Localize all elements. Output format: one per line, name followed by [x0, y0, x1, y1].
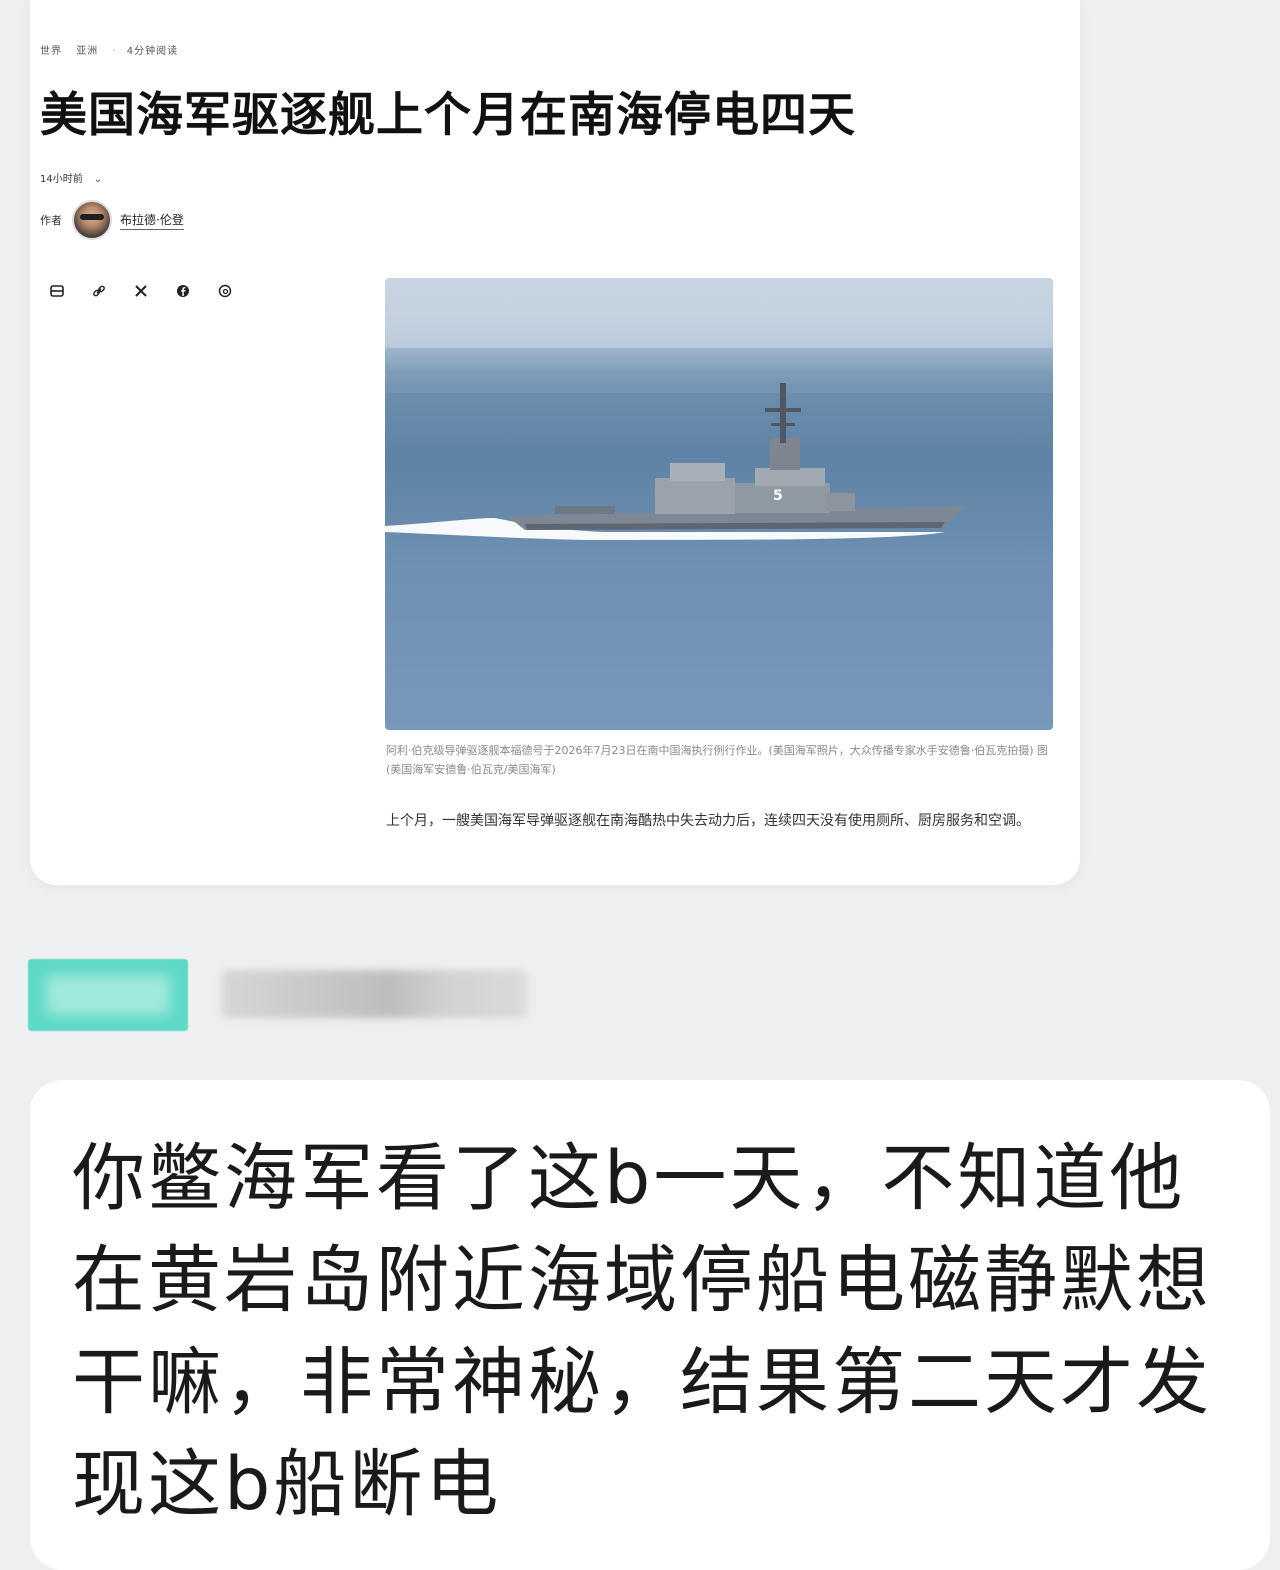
facebook-icon[interactable] — [174, 282, 192, 300]
bookmark-icon[interactable] — [48, 282, 66, 300]
author-prefix: 作者 — [40, 214, 62, 227]
redacted-meta-info — [222, 970, 527, 1018]
photo-caption: 阿利·伯克级导弹驱逐舰本福德号于2026年7月23日在南中国海执行例行作业。(美… — [386, 744, 1049, 776]
timestamp: 14小时前 — [40, 174, 83, 185]
author-byline: 作者 布拉德·伦登 — [40, 200, 184, 240]
article-photo[interactable]: 5 — [385, 278, 1053, 730]
timestamp-row[interactable]: 14小时前 ⌄ — [40, 170, 102, 185]
breadcrumb-section[interactable]: 世界 — [40, 46, 62, 57]
article-body: 上个月，一艘美国海军导弹驱逐舰在南海酷热中失去动力后，连续四天没有使用厕所、厨房… — [386, 813, 1030, 829]
comment-text: 你鳖海军看了这b一天，不知道他在黄岩岛附近海域停船电磁静默想干嘛，非常神秘，结果… — [72, 1136, 1212, 1527]
read-time: 4分钟阅读 — [126, 46, 179, 57]
article-headline: 美国海军驱逐舰上个月在南海停电四天 — [40, 88, 856, 143]
share-bar — [48, 282, 234, 300]
author-name-link[interactable]: 布拉德·伦登 — [120, 211, 184, 230]
avatar[interactable] — [72, 200, 112, 240]
redacted-username-tag[interactable] — [28, 959, 188, 1031]
link-icon[interactable] — [90, 282, 108, 300]
separator-dot: · — [112, 46, 117, 57]
chevron-down-icon[interactable]: ⌄ — [94, 174, 102, 185]
x-icon[interactable] — [132, 282, 150, 300]
threads-icon[interactable] — [216, 282, 234, 300]
breadcrumb-region[interactable]: 亚洲 — [76, 46, 98, 57]
breadcrumb: 世界 亚洲 · 4分钟阅读 — [40, 42, 188, 57]
svg-text:5: 5 — [773, 488, 783, 504]
